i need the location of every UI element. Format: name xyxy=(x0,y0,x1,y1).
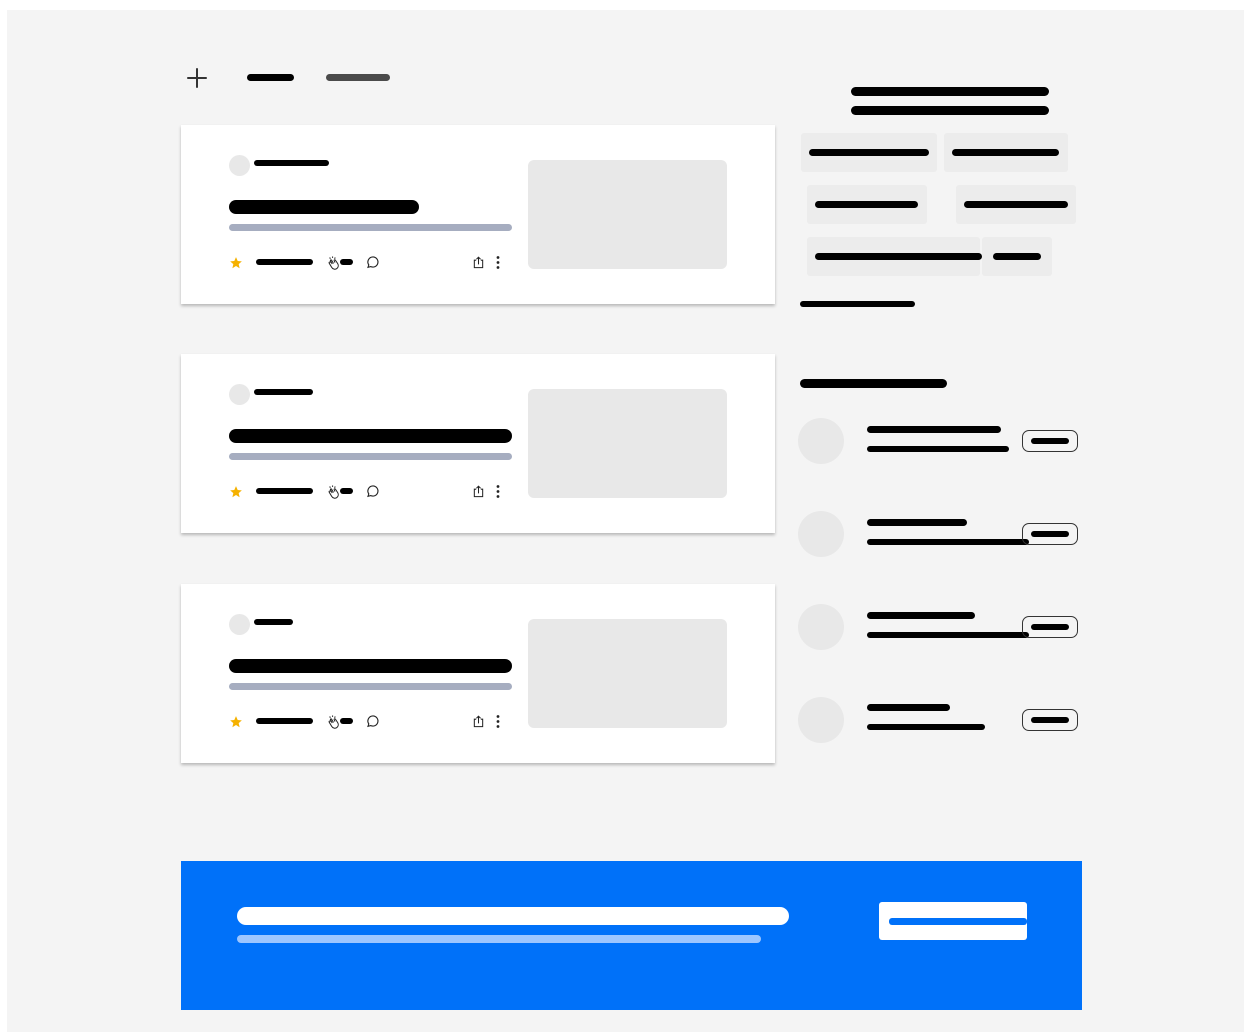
topics-heading xyxy=(851,87,1049,96)
clap-count xyxy=(340,718,353,724)
clap-icon[interactable] xyxy=(326,714,341,731)
article-title[interactable] xyxy=(229,659,512,673)
star-icon xyxy=(230,716,242,728)
comment-icon[interactable] xyxy=(366,714,380,728)
person-avatar[interactable] xyxy=(798,418,844,464)
topic-label xyxy=(964,201,1068,208)
clap-count xyxy=(340,488,353,494)
follow-button-label xyxy=(1031,438,1069,444)
author-avatar[interactable] xyxy=(229,384,250,405)
follow-heading xyxy=(800,379,947,388)
author-avatar[interactable] xyxy=(229,155,250,176)
follow-button-label xyxy=(1031,531,1069,537)
share-icon[interactable] xyxy=(472,485,485,498)
comment-icon[interactable] xyxy=(366,484,380,498)
person-avatar[interactable] xyxy=(798,697,844,743)
person-bio xyxy=(867,724,985,730)
topic-label xyxy=(815,253,982,260)
publish-date xyxy=(256,488,313,494)
topic-chip[interactable] xyxy=(982,237,1052,276)
author-name[interactable] xyxy=(254,619,293,625)
person-avatar[interactable] xyxy=(798,511,844,557)
person-name[interactable] xyxy=(867,704,950,711)
promo-banner xyxy=(181,861,1082,1010)
clap-count xyxy=(340,259,353,265)
follow-button[interactable] xyxy=(1022,709,1078,731)
clap-icon[interactable] xyxy=(326,484,341,501)
article-card[interactable] xyxy=(181,354,775,533)
follow-button[interactable] xyxy=(1022,430,1078,452)
publish-date xyxy=(256,259,313,265)
article-subtitle xyxy=(229,453,512,460)
banner-title xyxy=(237,907,789,925)
topics-heading-line-2 xyxy=(851,106,1049,115)
topic-chip[interactable] xyxy=(807,237,982,276)
more-icon[interactable] xyxy=(495,255,501,270)
author-name[interactable] xyxy=(254,160,329,166)
author-name[interactable] xyxy=(254,389,313,395)
person-avatar[interactable] xyxy=(798,604,844,650)
person-name[interactable] xyxy=(867,519,967,526)
follow-button-label xyxy=(1031,624,1069,630)
article-card[interactable] xyxy=(181,125,775,304)
person-bio xyxy=(867,446,1009,452)
topic-chip[interactable] xyxy=(801,133,937,172)
article-title[interactable] xyxy=(229,200,419,214)
article-thumbnail[interactable] xyxy=(528,160,727,269)
more-icon[interactable] xyxy=(495,714,501,729)
star-icon xyxy=(230,257,242,269)
article-subtitle xyxy=(229,683,512,690)
more-icon[interactable] xyxy=(495,484,501,499)
tab-following[interactable] xyxy=(326,74,390,81)
article-thumbnail[interactable] xyxy=(528,389,727,498)
banner-button[interactable] xyxy=(879,902,1027,940)
article-title[interactable] xyxy=(229,429,512,443)
topic-chip[interactable] xyxy=(807,185,927,224)
article-card[interactable] xyxy=(181,584,775,763)
comment-icon[interactable] xyxy=(366,255,380,269)
topic-label xyxy=(815,201,918,208)
share-icon[interactable] xyxy=(472,256,485,269)
topic-label xyxy=(952,149,1059,156)
person-bio xyxy=(867,539,1029,545)
share-icon[interactable] xyxy=(472,715,485,728)
follow-button[interactable] xyxy=(1022,523,1078,545)
follow-button[interactable] xyxy=(1022,616,1078,638)
see-more-topics-link[interactable] xyxy=(800,301,915,307)
publish-date xyxy=(256,718,313,724)
person-name[interactable] xyxy=(867,426,1001,433)
clap-icon[interactable] xyxy=(326,255,341,272)
tab-for-you[interactable] xyxy=(247,74,294,81)
topic-label xyxy=(993,253,1041,260)
person-name[interactable] xyxy=(867,612,975,619)
banner-subtitle xyxy=(237,935,761,943)
topic-chip[interactable] xyxy=(944,133,1068,172)
topic-label xyxy=(809,149,929,156)
banner-button-label xyxy=(889,918,1027,925)
article-thumbnail[interactable] xyxy=(528,619,727,728)
person-bio xyxy=(867,632,1029,638)
author-avatar[interactable] xyxy=(229,614,250,635)
plus-icon[interactable]: plus-icon xyxy=(185,66,209,90)
star-icon xyxy=(230,486,242,498)
follow-button-label xyxy=(1031,717,1069,723)
topic-chip[interactable] xyxy=(956,185,1076,224)
article-subtitle xyxy=(229,224,512,231)
